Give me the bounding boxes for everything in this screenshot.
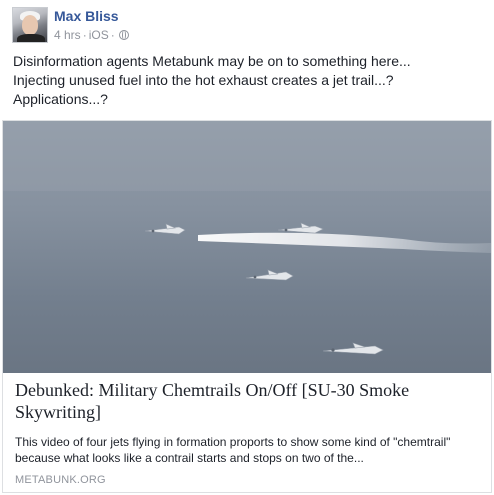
link-preview-card[interactable]: Debunked: Military Chemtrails On/Off [SU… (2, 120, 492, 493)
link-title[interactable]: Debunked: Military Chemtrails On/Off [SU… (15, 379, 475, 423)
meta-separator: · (110, 28, 115, 42)
link-domain: METABUNK.ORG (15, 474, 106, 486)
post-meta: 4 hrs · iOS · (54, 28, 129, 42)
link-description-line: This video of four jets flying in format… (15, 435, 451, 449)
post-platform: iOS (88, 28, 109, 42)
post-timestamp[interactable]: 4 hrs (54, 28, 81, 42)
avatar[interactable] (12, 7, 48, 43)
post-message-line: Injecting unused fuel into the hot exhau… (13, 72, 394, 88)
post-message-line: Applications...? (13, 91, 108, 107)
facebook-post: Max Bliss 4 hrs · iOS · Disinformation a… (0, 0, 494, 495)
video-thumbnail[interactable] (3, 121, 491, 373)
link-description-line: because what looks like a contrail start… (15, 451, 364, 465)
post-message-line: Disinformation agents Metabunk may be on… (13, 53, 411, 69)
post-message: Disinformation agents Metabunk may be on… (13, 52, 483, 109)
avatar-face (22, 15, 38, 35)
avatar-shirt (17, 34, 45, 42)
globe-icon[interactable] (118, 30, 129, 40)
link-title-line: Skywriting] (15, 402, 102, 422)
post-header: Max Bliss 4 hrs · iOS · (12, 4, 482, 44)
author-name[interactable]: Max Bliss (54, 8, 119, 25)
link-description: This video of four jets flying in format… (15, 434, 485, 466)
jets-in-formation-image (3, 121, 491, 373)
meta-separator: · (82, 28, 87, 42)
link-title-line: Debunked: Military Chemtrails On/Off [SU… (15, 380, 410, 400)
